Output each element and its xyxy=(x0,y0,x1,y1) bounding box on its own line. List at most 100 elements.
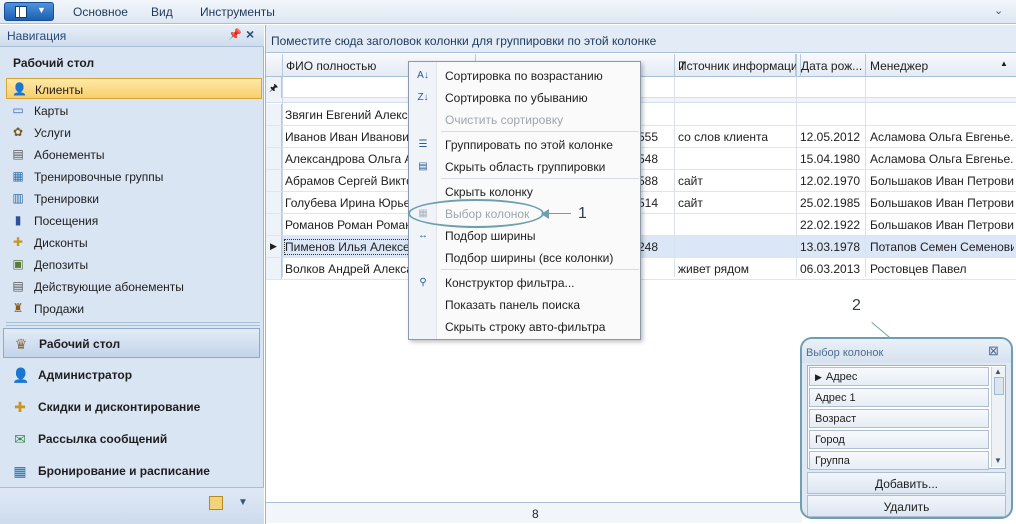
nav-item-label: Карты xyxy=(34,104,69,118)
group-panel-icon: ▤ xyxy=(418,161,428,172)
cell-phone[interactable]: 248 xyxy=(638,240,674,254)
column-header-source[interactable]: Источник информации xyxy=(674,54,797,77)
column-header-manager[interactable]: Менеджер ▲ xyxy=(866,54,1016,77)
table-row[interactable]: Волков Андрей Александ... живет рядом 06.0… xyxy=(266,258,1016,280)
nav-group-admin[interactable]: 👤 Администратор xyxy=(3,360,260,390)
nav-item-label: Абонементы xyxy=(34,148,105,162)
tab-view[interactable]: Вид xyxy=(151,5,173,19)
menu-item[interactable]: Скрыть строку авто-фильтра xyxy=(410,316,640,338)
cell-birth-date[interactable]: 13.03.1978 xyxy=(800,240,866,254)
nav-group-label: Скидки и дисконтирование xyxy=(38,400,201,414)
menu-item-label: Подбор ширины (все колонки) xyxy=(445,251,614,265)
nav-item-deposits[interactable]: ▣ Депозиты xyxy=(6,254,262,275)
nav-group-booking[interactable]: ▦ Бронирование и расписание xyxy=(3,456,260,486)
menu-item[interactable]: Z↓ Сортировка по убыванию xyxy=(410,87,640,109)
cell-phone[interactable]: 514 xyxy=(638,196,674,210)
scroll-thumb[interactable] xyxy=(994,377,1004,395)
cell-birth-date[interactable]: 25.02.1985 xyxy=(800,196,866,210)
table-row[interactable]: Голубева Ирина Юрьевн... 514 сайт 25.02.198… xyxy=(266,192,1016,214)
cell-birth-date[interactable]: 06.03.2013 xyxy=(800,262,866,276)
cell-manager[interactable]: Потапов Семен Семенович xyxy=(870,240,1014,254)
nav-group-mailing[interactable]: ✉ Рассылка сообщений xyxy=(3,424,260,454)
column-chooser-item[interactable]: Группа xyxy=(809,451,989,470)
collapse-ribbon-icon[interactable]: ⌄ xyxy=(994,4,1003,17)
nav-splitter[interactable] xyxy=(6,322,260,326)
app-menu-button[interactable]: ▼ xyxy=(4,2,54,21)
nav-group-desktop[interactable]: ♛ Рабочий стол xyxy=(3,328,260,358)
cell-phone[interactable]: 588 xyxy=(638,174,674,188)
menu-item[interactable]: Подбор ширины (все колонки) xyxy=(410,247,640,269)
close-icon[interactable]: ⊠ xyxy=(988,343,999,359)
nav-item-active-subscriptions[interactable]: ▤ Действующие абонементы xyxy=(6,276,262,297)
menu-item[interactable]: Показать панель поиска xyxy=(410,294,640,316)
column-header-birth-date[interactable]: Дата рож... xyxy=(797,54,866,77)
column-chooser-item[interactable]: ▶ Адрес xyxy=(809,367,989,386)
table-row[interactable]: Александрова Ольга Ал... 548 15.04.1980 Асл… xyxy=(266,148,1016,170)
nav-footer: ▼ xyxy=(0,487,264,524)
menu-item-label: Скрыть колонку xyxy=(445,185,533,199)
cell-manager[interactable]: Асламова Ольга Евгенье... xyxy=(870,152,1014,166)
cell-source[interactable]: живет рядом xyxy=(678,262,796,276)
nav-item-services[interactable]: ✿ Услуги xyxy=(6,122,262,143)
column-chooser-item[interactable]: Возраст xyxy=(809,409,989,428)
column-chooser-item[interactable]: Адрес 1 xyxy=(809,388,989,407)
note-icon[interactable] xyxy=(209,496,223,510)
cell-birth-date[interactable]: 12.05.2012 xyxy=(800,130,866,144)
nav-group-discounts[interactable]: ✚ Скидки и дисконтирование xyxy=(3,392,260,422)
nav-item-visits[interactable]: ▮ Посещения xyxy=(6,210,262,231)
menu-item-label: Конструктор фильтра... xyxy=(445,276,575,290)
nav-item-label: Дисконты xyxy=(34,236,88,250)
admin-icon: 👤 xyxy=(12,367,30,383)
menu-separator xyxy=(441,131,639,132)
nav-item-training-groups[interactable]: ▦ Тренировочные группы xyxy=(6,166,262,187)
menu-item-label: Сортировка по убыванию xyxy=(445,91,588,105)
column-chooser-item[interactable]: Город xyxy=(809,430,989,449)
cell-phone[interactable]: 555 xyxy=(638,130,674,144)
cell-source[interactable]: сайт xyxy=(678,196,796,210)
close-icon[interactable]: × xyxy=(246,26,254,42)
group-by-icon: ☰ xyxy=(418,139,428,150)
pin-icon[interactable]: 📌 xyxy=(228,28,242,41)
menu-item[interactable]: ▤ Скрыть область группировки xyxy=(410,156,640,178)
cell-source[interactable]: со слов клиента xyxy=(678,130,796,144)
cell-birth-date[interactable]: 22.02.1922 xyxy=(800,218,866,232)
nav-item-sales[interactable]: ♜ Продажи xyxy=(6,298,262,319)
tab-tools[interactable]: Инструменты xyxy=(200,5,275,19)
nav-item-discounts[interactable]: ✚ Дисконты xyxy=(6,232,262,253)
menu-item[interactable]: ☰ Группировать по этой колонке xyxy=(410,134,640,156)
cell-manager[interactable]: Асламова Ольга Евгенье... xyxy=(870,130,1014,144)
add-column-button[interactable]: Добавить... xyxy=(807,472,1006,494)
column-chooser-header: Выбор колонок ⊠ xyxy=(802,339,1011,363)
column-chooser-scrollbar[interactable]: ▲ ▼ xyxy=(991,367,1005,467)
table-row[interactable]: Романов Роман Романови... 22.02.1922 Больш… xyxy=(266,214,1016,236)
nav-title: Навигация xyxy=(7,29,67,43)
scroll-down-icon[interactable]: ▼ xyxy=(994,456,1002,465)
menu-item[interactable]: ↔ Подбор ширины xyxy=(410,225,640,247)
tab-main[interactable]: Основное xyxy=(73,5,128,19)
cell-phone[interactable]: 548 xyxy=(638,152,674,166)
cell-birth-date[interactable]: 12.02.1970 xyxy=(800,174,866,188)
group-panel[interactable]: Поместите сюда заголовок колонки для гру… xyxy=(266,25,1016,53)
nav-item-label: Действующие абонементы xyxy=(34,280,184,294)
nav-item-trainings[interactable]: ▥ Тренировки xyxy=(6,188,262,209)
nav-item-cards[interactable]: ▭ Карты xyxy=(6,100,262,121)
chevron-down-icon[interactable]: ▼ xyxy=(238,497,248,508)
table-row[interactable]: Звягин Евгений Александ... xyxy=(266,104,1016,126)
cell-manager[interactable]: Большаков Иван Петрович xyxy=(870,218,1014,232)
menu-item[interactable]: A↓ Сортировка по возрастанию xyxy=(410,65,640,87)
cell-manager[interactable]: Большаков Иван Петрович xyxy=(870,174,1014,188)
table-row[interactable]: ▶ Пименов Илья Алексеевич 248 13.03.1978 Пот… xyxy=(266,236,1016,258)
cell-manager[interactable]: Ростовцев Павел xyxy=(870,262,1014,276)
auto-filter-row[interactable]: 🖈 xyxy=(266,77,1016,98)
delete-column-button[interactable]: Удалить xyxy=(807,495,1006,517)
cell-source[interactable]: сайт xyxy=(678,174,796,188)
scroll-up-icon[interactable]: ▲ xyxy=(994,367,1002,376)
menu-item[interactable]: ⚲ Конструктор фильтра... xyxy=(410,272,640,294)
cell-manager[interactable]: Большаков Иван Петрович xyxy=(870,196,1014,210)
cell-birth-date[interactable]: 15.04.1980 xyxy=(800,152,866,166)
nav-item-clients[interactable]: 👤 Клиенты xyxy=(6,78,262,99)
nav-item-subscriptions[interactable]: ▤ Абонементы xyxy=(6,144,262,165)
table-row[interactable]: Абрамов Сергей Виктор... 588 сайт 12.02.197… xyxy=(266,170,1016,192)
menu-item-label: Скрыть строку авто-фильтра xyxy=(445,320,606,334)
table-row[interactable]: Иванов Иван Иванович 555 со слов клиента 12… xyxy=(266,126,1016,148)
